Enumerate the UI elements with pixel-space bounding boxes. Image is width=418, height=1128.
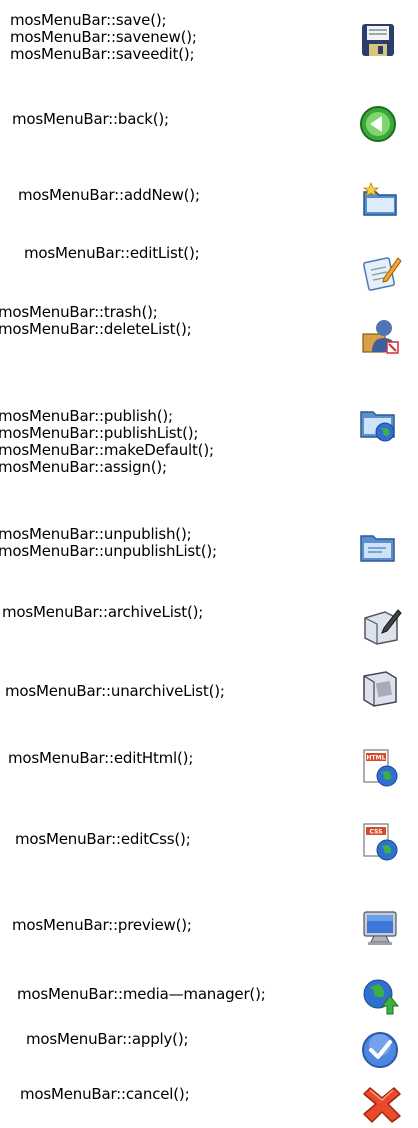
code-line: mosMenuBar::cancel(); xyxy=(20,1085,190,1103)
media-manager-icon xyxy=(360,976,400,1016)
back-arrow-icon xyxy=(358,104,398,144)
cancel-x-icon xyxy=(362,1084,402,1124)
code-line: mosMenuBar::editList(); xyxy=(24,244,200,262)
code-line: mosMenuBar::unarchiveList(); xyxy=(5,682,225,700)
preview-monitor-icon xyxy=(360,908,400,948)
save-disk-icon xyxy=(358,20,398,60)
code-line: mosMenuBar::makeDefault(); xyxy=(0,441,214,459)
edit-css-icon: CSS xyxy=(360,822,400,862)
code-line: mosMenuBar::back(); xyxy=(12,110,169,128)
label-apply: mosMenuBar::apply(); xyxy=(26,1030,189,1048)
label-archivelist: mosMenuBar::archiveList(); xyxy=(2,604,203,621)
new-folder-star-icon xyxy=(360,180,400,220)
code-line: mosMenuBar::assign(); xyxy=(0,458,167,476)
code-line: mosMenuBar::unpublishList(); xyxy=(0,542,217,560)
label-back: mosMenuBar::back(); xyxy=(12,111,169,128)
code-line: mosMenuBar::editCss(); xyxy=(15,830,191,848)
code-line: mosMenuBar::publishList(); xyxy=(0,424,199,442)
label-save: mosMenuBar::save(); mosMenuBar::savenew(… xyxy=(10,12,197,63)
trash-user-icon xyxy=(360,316,400,356)
code-line: mosMenuBar::media—manager(); xyxy=(17,985,266,1003)
code-line: mosMenuBar::deleteList(); xyxy=(0,320,192,338)
publish-globe-icon xyxy=(358,404,398,444)
html-badge-text: HTML xyxy=(367,755,386,762)
label-preview: mosMenuBar::preview(); xyxy=(12,917,192,934)
unpublish-folder-icon xyxy=(358,526,398,566)
label-cancel: mosMenuBar::cancel(); xyxy=(20,1085,190,1103)
label-trash: mosMenuBar::trash(); mosMenuBar::deleteL… xyxy=(0,304,192,338)
label-editcss: mosMenuBar::editCss(); xyxy=(15,831,191,848)
label-addnew: mosMenuBar::addNew(); xyxy=(18,187,200,204)
code-line: mosMenuBar::trash(); xyxy=(0,303,158,321)
label-edithtml: mosMenuBar::editHtml(); xyxy=(8,750,193,767)
code-line: mosMenuBar::saveedit(); xyxy=(10,45,195,63)
code-line: mosMenuBar::save(); xyxy=(10,11,167,29)
code-line: mosMenuBar::unpublish(); xyxy=(0,525,192,543)
label-editlist: mosMenuBar::editList(); xyxy=(24,244,200,262)
edit-pencil-icon xyxy=(362,252,402,292)
unarchive-icon xyxy=(360,668,400,708)
edit-html-icon: HTML xyxy=(360,748,400,788)
label-unarchivelist: mosMenuBar::unarchiveList(); xyxy=(5,683,225,700)
label-mediamanager: mosMenuBar::media—manager(); xyxy=(17,986,266,1003)
code-line: mosMenuBar::editHtml(); xyxy=(8,749,194,767)
code-line: mosMenuBar::savenew(); xyxy=(10,28,197,46)
apply-check-icon xyxy=(360,1030,400,1070)
code-line: mosMenuBar::addNew(); xyxy=(18,186,200,204)
code-line: mosMenuBar::preview(); xyxy=(12,916,192,934)
code-line: mosMenuBar::apply(); xyxy=(26,1030,189,1048)
code-line: mosMenuBar::archiveList(); xyxy=(2,603,204,621)
css-badge-text: CSS xyxy=(370,829,383,836)
label-unpublish: mosMenuBar::unpublish(); mosMenuBar::unp… xyxy=(0,526,217,560)
code-line: mosMenuBar::publish(); xyxy=(0,407,173,425)
label-publish: mosMenuBar::publish(); mosMenuBar::publi… xyxy=(0,408,214,476)
archive-icon xyxy=(362,606,402,646)
